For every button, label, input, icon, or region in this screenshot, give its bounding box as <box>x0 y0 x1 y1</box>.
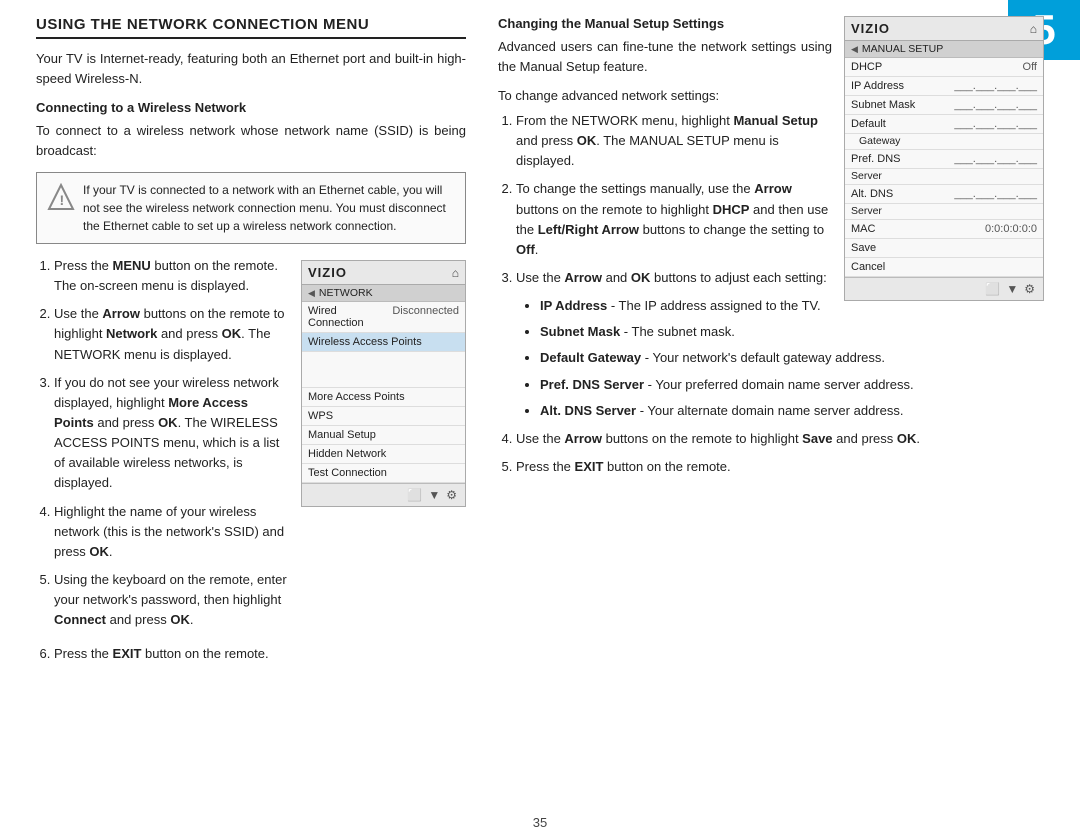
wireless-intro: To connect to a wireless network whose n… <box>36 121 466 160</box>
steps-section: Press the MENU button on the remote. The… <box>36 256 466 638</box>
default-gateway-item: Default Gateway - Your network's default… <box>540 348 1044 368</box>
dhcp-label: DHCP <box>851 61 882 73</box>
manual-setup-screen-mockup: VIZIO ⌂ ◀ MANUAL SETUP DHCP Off IP Addre… <box>844 16 1044 301</box>
wps-label: WPS <box>308 410 333 422</box>
manual-down-icon: ▼ <box>1006 282 1018 296</box>
dhcp-value: Off <box>1023 61 1037 73</box>
page-number-bottom: 35 <box>533 815 547 830</box>
manual-nav-row: ◀ MANUAL SETUP <box>845 41 1043 58</box>
more-access-label: More Access Points <box>308 391 405 403</box>
manual-alt-dns: Alt. DNS ___.___.___.___ <box>845 185 1043 204</box>
subnet-label: Subnet Mask <box>851 99 915 111</box>
manual-nav-label: MANUAL SETUP <box>862 43 943 55</box>
wireless-label: Wireless Access Points <box>308 336 422 348</box>
manual-ip: IP Address ___.___.___.___ <box>845 77 1043 96</box>
screen-icon: ⬜ <box>407 488 422 502</box>
manual-vizio-header: VIZIO ⌂ <box>845 17 1043 41</box>
left-column: USING THE NETWORK CONNECTION MENU Your T… <box>36 16 466 673</box>
network-item-more: More Access Points <box>302 388 465 407</box>
wired-label: Wired Connection <box>308 305 392 329</box>
network-item-wireless: Wireless Access Points <box>302 333 465 352</box>
manual-steps-4-5: Use the Arrow buttons on the remote to h… <box>498 429 1044 477</box>
mac-value: 0:0:0:0:0:0 <box>985 223 1037 235</box>
section-title: USING THE NETWORK CONNECTION MENU <box>36 16 466 39</box>
gateway-cont: Gateway <box>845 134 1043 150</box>
right-column: VIZIO ⌂ ◀ MANUAL SETUP DHCP Off IP Addre… <box>498 16 1044 673</box>
alt-dns-label: Alt. DNS <box>851 188 893 200</box>
network-empty-space <box>302 352 465 388</box>
step-6-list: Press the EXIT button on the remote. <box>36 644 466 664</box>
settings-list: IP Address - The IP address assigned to … <box>522 296 1044 421</box>
pref-dns-label: Pref. DNS <box>851 153 901 165</box>
wireless-subheading: Connecting to a Wireless Network <box>36 100 466 115</box>
hidden-network-label: Hidden Network <box>308 448 386 460</box>
network-item-test: Test Connection <box>302 464 465 483</box>
pref-dns-item: Pref. DNS Server - Your preferred domain… <box>540 375 1044 395</box>
subnet-value: ___.___.___.___ <box>954 99 1037 111</box>
network-item-hidden: Hidden Network <box>302 445 465 464</box>
warning-box: ! If your TV is connected to a network w… <box>36 172 466 244</box>
warning-text: If your TV is connected to a network wit… <box>83 181 455 235</box>
ip-value: ___.___.___.___ <box>954 80 1037 92</box>
save-label: Save <box>851 242 876 254</box>
nav-arrow-icon: ◀ <box>308 288 315 299</box>
pref-dns-value: ___.___.___.___ <box>954 153 1037 165</box>
manual-cancel: Cancel <box>845 258 1043 277</box>
down-icon: ▼ <box>428 488 440 502</box>
manual-mac: MAC 0:0:0:0:0:0 <box>845 220 1043 239</box>
step-2: Use the Arrow buttons on the remote to h… <box>54 304 289 364</box>
alt-dns-cont: Server <box>845 204 1043 220</box>
wireless-steps: Press the MENU button on the remote. The… <box>36 256 289 630</box>
test-connection-label: Test Connection <box>308 467 387 479</box>
manual-step-4: Use the Arrow buttons on the remote to h… <box>516 429 1044 449</box>
manual-pref-dns: Pref. DNS ___.___.___.___ <box>845 150 1043 169</box>
gear-icon: ⚙ <box>446 488 457 502</box>
manual-home-icon: ⌂ <box>1030 22 1037 36</box>
step-4: Highlight the name of your wireless netw… <box>54 502 289 562</box>
manual-save: Save <box>845 239 1043 258</box>
subnet-mask-item: Subnet Mask - The subnet mask. <box>540 322 1044 342</box>
network-nav-row: ◀ NETWORK <box>302 285 465 302</box>
manual-vizio-logo: VIZIO <box>851 21 890 36</box>
gateway-value: ___.___.___.___ <box>954 118 1037 130</box>
manual-screen-icon: ⬜ <box>985 282 1000 296</box>
manual-dhcp: DHCP Off <box>845 58 1043 77</box>
network-item-manual: Manual Setup <box>302 426 465 445</box>
alt-dns-value: ___.___.___.___ <box>954 188 1037 200</box>
manual-gateway: Default ___.___.___.___ <box>845 115 1043 134</box>
warning-icon: ! <box>47 183 75 211</box>
pref-dns-cont: Server <box>845 169 1043 185</box>
steps-list: Press the MENU button on the remote. The… <box>36 256 289 638</box>
manual-screen-footer: ⬜ ▼ ⚙ <box>845 277 1043 300</box>
network-screen-mockup: VIZIO ⌂ ◀ NETWORK Wired Connection Disco… <box>301 260 466 507</box>
network-nav-label: NETWORK <box>319 287 373 299</box>
step-5: Using the keyboard on the remote, enter … <box>54 570 289 630</box>
manual-setup-label: Manual Setup <box>308 429 376 441</box>
mac-label: MAC <box>851 223 875 235</box>
gateway-label: Default <box>851 118 886 130</box>
home-icon: ⌂ <box>452 266 459 280</box>
manual-step-5: Press the EXIT button on the remote. <box>516 457 1044 477</box>
vizio-logo: VIZIO <box>308 265 347 280</box>
cancel-label: Cancel <box>851 261 885 273</box>
alt-dns-item: Alt. DNS Server - Your alternate domain … <box>540 401 1044 421</box>
step-3: If you do not see your wireless network … <box>54 373 289 494</box>
wired-value: Disconnected <box>392 305 459 329</box>
manual-gear-icon: ⚙ <box>1024 282 1035 296</box>
network-screen-footer: ⬜ ▼ ⚙ <box>302 483 465 506</box>
step-1: Press the MENU button on the remote. The… <box>54 256 289 296</box>
step-6: Press the EXIT button on the remote. <box>54 644 466 664</box>
manual-nav-arrow: ◀ <box>851 44 858 55</box>
network-item-wired: Wired Connection Disconnected <box>302 302 465 333</box>
manual-subnet: Subnet Mask ___.___.___.___ <box>845 96 1043 115</box>
svg-text:!: ! <box>60 192 65 208</box>
intro-text: Your TV is Internet-ready, featuring bot… <box>36 49 466 88</box>
network-item-wps: WPS <box>302 407 465 426</box>
ip-label: IP Address <box>851 80 904 92</box>
vizio-header: VIZIO ⌂ <box>302 261 465 285</box>
vizio-network-screen: VIZIO ⌂ ◀ NETWORK Wired Connection Disco… <box>301 260 466 507</box>
